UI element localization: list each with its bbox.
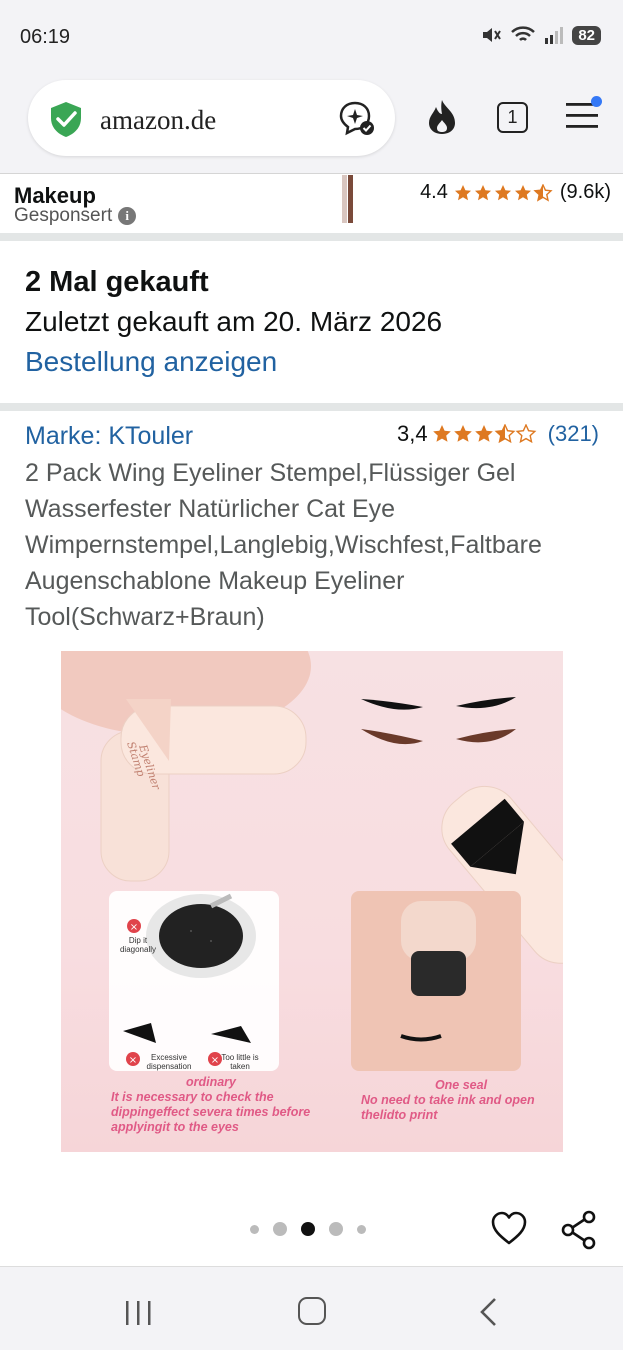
caption-ordinary: ordinary It is necessary to check the di… [111,1075,311,1135]
carousel-dot[interactable] [329,1222,343,1236]
notification-dot [591,96,602,107]
status-icons: 82 [480,24,601,46]
recents-icon[interactable] [124,1300,154,1326]
battery-indicator: 82 [572,25,601,45]
flame-icon[interactable] [425,98,459,136]
share-icon[interactable] [560,1210,598,1250]
tab-count-button[interactable]: 1 [497,102,528,133]
caption-one-seal: One seal No need to take ink and open th… [361,1078,561,1123]
ai-assistant-icon[interactable] [337,100,375,136]
carousel-dot-active[interactable] [301,1222,315,1236]
carousel-dot[interactable] [250,1224,259,1234]
last-purchase-date: Zuletzt gekauft am 20. März 2026 [25,306,443,337]
home-icon[interactable] [298,1297,326,1325]
review-count: (321) [547,421,599,446]
sponsored-rating[interactable]: 4.4 (9.6k) [420,181,611,204]
browser-toolbar: amazon.de 1 [0,72,623,174]
url-text[interactable]: amazon.de [100,105,216,136]
heart-icon[interactable] [490,1210,528,1246]
caption-one-seal-head: One seal [434,1078,488,1092]
product-stars [432,424,537,444]
sponsored-rating-value: 4.4 [420,181,448,203]
shield-check-icon[interactable] [48,100,84,138]
caption-one-seal-body: No need to take ink and open thelidto pr… [361,1093,535,1122]
sponsored-label: Gesponsert i [14,205,137,227]
section-divider [0,403,623,411]
carousel-dots[interactable] [250,1222,366,1236]
sponsored-label-text: Gesponsert [14,205,113,226]
product-rating[interactable]: 3,4 (321) [397,421,599,447]
product-title: 2 Pack Wing Eyeliner Stempel,Flüssiger G… [25,459,542,631]
system-nav-bar [0,1266,623,1350]
carousel-dot[interactable] [273,1222,287,1236]
info-icon[interactable]: i [118,207,137,225]
carousel-dot[interactable] [357,1224,366,1234]
wifi-icon [511,26,536,41]
status-bar: 06:19 82 [0,0,623,72]
svg-text:×: × [130,922,138,933]
svg-text:×: × [211,1055,219,1066]
purchase-history-card: 2 Mal gekauft Zuletzt gekauft am 20. Mär… [0,242,623,404]
section-divider [0,233,623,241]
brand-link[interactable]: Marke: KTouler [25,422,193,451]
sponsored-product-thumbnail[interactable] [339,175,357,223]
caption-ordinary-head: ordinary [185,1075,236,1089]
caption-ordinary-body: It is necessary to check the dippingeffe… [111,1090,311,1134]
address-bar[interactable]: amazon.de [28,80,395,156]
sponsored-rating-count: (9.6k) [559,181,611,203]
product-rating-value: 3,4 [397,421,428,446]
label-dip: Dip it diagonally [119,936,157,954]
view-order-link[interactable]: Bestellung anzeigen [25,346,277,378]
product-image[interactable]: Eyeliner Stamp × × × Dip it diagonally E… [61,651,563,1152]
purchase-count: 2 Mal gekauft [25,266,209,298]
svg-text:×: × [129,1055,137,1066]
label-excessive: Excessive dispensation [146,1053,192,1071]
signal-icon [545,27,564,44]
label-too-little: Too little is taken [221,1053,259,1071]
status-time: 06:19 [20,26,71,48]
sponsored-banner[interactable]: Makeup Gesponsert i 4.4 (9.6k) [0,175,623,233]
sponsored-stars [454,183,553,202]
mute-icon [483,28,502,42]
back-icon[interactable] [477,1297,499,1327]
